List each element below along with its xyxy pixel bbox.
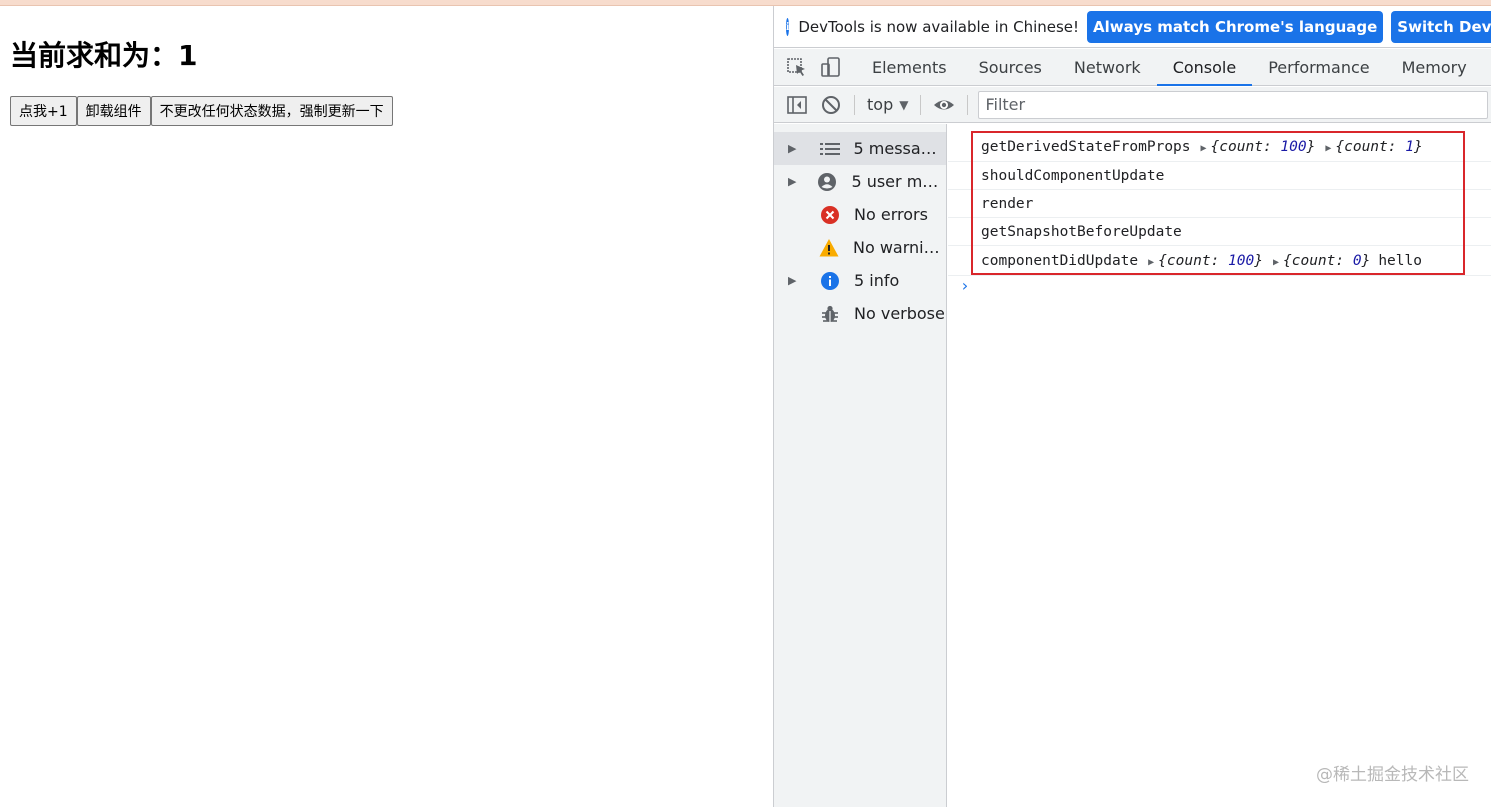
sidebar-item-label: No warnings (853, 238, 946, 257)
force-update-button[interactable]: 不更改任何状态数据，强制更新一下 (150, 96, 393, 126)
watermark: @稀土掘金技术社区 (1316, 765, 1469, 785)
clear-console-icon[interactable] (820, 94, 842, 116)
sidebar-item-label: 5 messages (853, 139, 947, 158)
tab-application[interactable]: Ap (1483, 49, 1491, 86)
tab-performance[interactable]: Performance (1252, 49, 1385, 86)
warning-icon (819, 238, 839, 258)
tab-memory[interactable]: Memory (1386, 49, 1483, 86)
toolbar-separator (854, 94, 855, 115)
console-toolbar: top ▼ Filter (774, 87, 1491, 123)
sidebar-item-warnings[interactable]: No warnings (774, 231, 946, 264)
devtools-tabbar: Elements Sources Network Console Perform… (774, 49, 1491, 86)
sidebar-item-user-messages[interactable]: ▶ 5 user mess... (774, 165, 946, 198)
unmount-button[interactable]: 卸载组件 (76, 96, 151, 126)
sidebar-item-verbose[interactable]: No verbose (774, 297, 946, 330)
info-icon (820, 271, 840, 291)
sidebar-toggle-icon[interactable] (786, 94, 808, 116)
list-icon (819, 139, 840, 159)
tab-console[interactable]: Console (1156, 49, 1253, 86)
eye-icon[interactable] (933, 94, 955, 116)
web-page: 当前求和为：1 点我+1 卸载组件 不更改任何状态数据，强制更新一下 (0, 6, 773, 807)
tab-sources[interactable]: Sources (963, 49, 1058, 86)
toolbar-separator (920, 94, 922, 115)
highlight-annotation-box (971, 131, 1465, 275)
device-toolbar-icon[interactable] (820, 56, 842, 78)
sidebar-item-label: 5 user mess... (851, 172, 946, 191)
language-infobar: i DevTools is now available in Chinese! … (774, 6, 1491, 48)
sidebar-item-label: 5 info (854, 271, 900, 290)
expand-arrow-icon: ▶ (788, 175, 797, 188)
tab-elements[interactable]: Elements (856, 49, 963, 86)
sidebar-item-label: No errors (854, 205, 928, 224)
toolbar-separator (967, 94, 969, 115)
increment-button[interactable]: 点我+1 (10, 96, 77, 126)
sidebar-item-info[interactable]: ▶ 5 info (774, 264, 946, 297)
console-sidebar: ▶ 5 messages ▶ 5 user mess... No errors (774, 124, 947, 807)
info-icon: i (786, 17, 790, 36)
console-prompt[interactable]: › (960, 276, 970, 295)
dropdown-caret-icon: ▼ (899, 97, 909, 112)
switch-devtools-button[interactable]: Switch DevTools t (1391, 10, 1491, 43)
bug-icon (820, 304, 840, 324)
expand-arrow-icon: ▶ (788, 274, 797, 287)
expand-arrow-icon: ▶ (788, 142, 797, 155)
sidebar-item-label: No verbose (854, 304, 945, 323)
context-selector[interactable]: top ▼ (867, 95, 908, 114)
match-language-button[interactable]: Always match Chrome's language (1087, 10, 1384, 43)
user-icon (817, 172, 837, 192)
sum-heading: 当前求和为：1 (10, 39, 198, 72)
inspect-element-icon[interactable] (786, 56, 808, 78)
filter-input[interactable]: Filter (978, 90, 1489, 119)
devtools-panel: i DevTools is now available in Chinese! … (773, 6, 1491, 807)
button-row: 点我+1 卸载组件 不更改任何状态数据，强制更新一下 (10, 96, 393, 126)
tab-network[interactable]: Network (1058, 49, 1157, 86)
sidebar-item-messages[interactable]: ▶ 5 messages (774, 132, 946, 165)
infobar-message: DevTools is now available in Chinese! (798, 17, 1080, 36)
error-icon (820, 205, 840, 225)
console-output: getDerivedStateFromProps ▶ {count: 100} ▶… (948, 124, 1491, 807)
sidebar-item-errors[interactable]: No errors (774, 198, 946, 231)
context-label: top (867, 95, 894, 114)
